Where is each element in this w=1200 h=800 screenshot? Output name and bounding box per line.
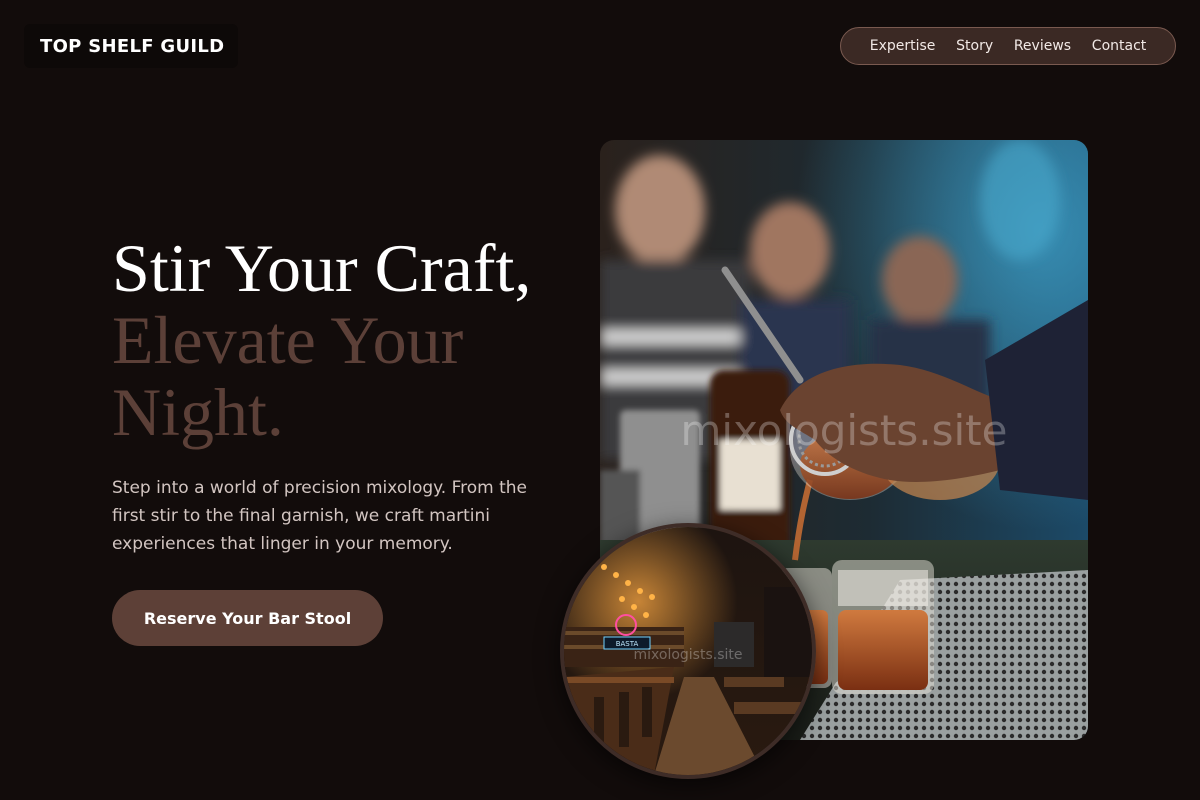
hero-headline-line1: Stir Your Craft, (112, 230, 532, 306)
nav-link-contact[interactable]: Contact (1092, 38, 1146, 54)
main-nav: Expertise Story Reviews Contact (840, 27, 1176, 65)
main-photo-watermark: mixologists.site (681, 406, 1008, 455)
hero-intro: Step into a world of precision mixology.… (112, 478, 527, 554)
nav-link-reviews[interactable]: Reviews (1014, 38, 1071, 54)
hero-headline-line2: Elevate Your Night. (112, 302, 464, 450)
brand-logo[interactable]: TOP SHELF GUILD (24, 24, 238, 68)
reserve-bar-stool-button[interactable]: Reserve Your Bar Stool (112, 590, 383, 646)
inset-photo-watermark: mixologists.site (634, 647, 743, 663)
nav-link-story[interactable]: Story (956, 38, 993, 54)
bar-interior-photo: BASTA mixologists.site (560, 523, 816, 779)
nav-link-expertise[interactable]: Expertise (870, 38, 936, 54)
hero-headline: Stir Your Craft, Elevate Your Night. (112, 232, 582, 448)
